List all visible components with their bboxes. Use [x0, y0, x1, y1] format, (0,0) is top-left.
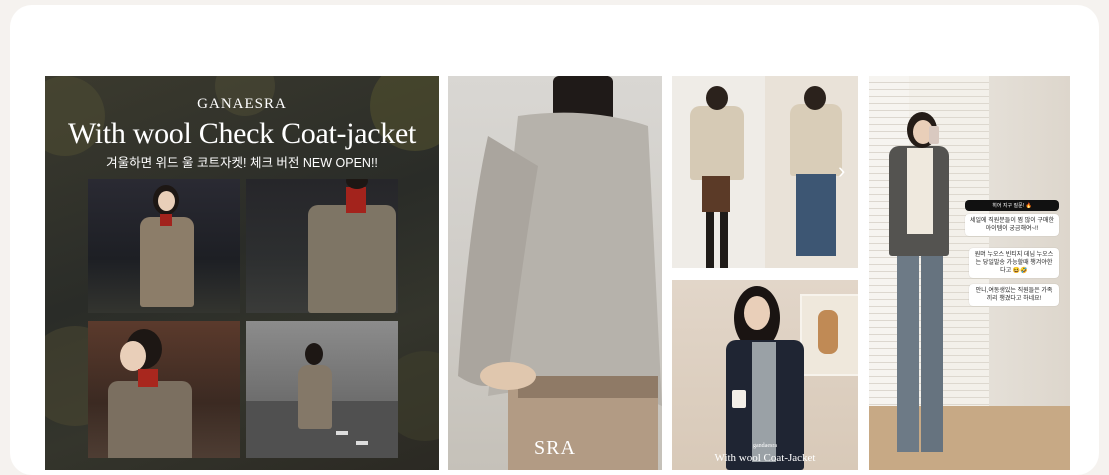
gallery-tile-knit[interactable]: SRA	[448, 76, 662, 470]
sra-logo-watermark: SRA	[534, 437, 576, 459]
knit-sweater-illustration	[458, 76, 662, 470]
story-question-header: 히어 지구 질문! 🔥	[965, 200, 1059, 211]
gallery-tile-story[interactable]: 히어 지구 질문! 🔥 세일에 직원분들이 찜 많이 구매한 아이템이 궁금해여…	[869, 76, 1070, 470]
chevron-right-icon[interactable]: ›	[838, 160, 845, 182]
poster-brand: GANAESRA	[197, 96, 287, 112]
poster-headline: With wool Check Coat-jacket	[67, 117, 417, 150]
poster-photo-night-street	[88, 179, 240, 313]
poster-photo-coat-closeup	[246, 179, 398, 313]
poster-photo-cafe	[88, 321, 240, 458]
poster-photo-crosswalk	[246, 321, 398, 458]
story-answer-2: 안니,여동생있는 직원들은 가족끼리 챙겼다고 하네요!	[969, 284, 1059, 306]
caption-brand-small: gandaesra	[753, 443, 777, 449]
gallery-tile-coat-portrait[interactable]: gandaesra With wool Coat-Jacket	[672, 280, 858, 470]
gallery-tile-promo[interactable]: GANAESRA With wool Check Coat-jacket 겨울하…	[45, 76, 439, 470]
caption-title: With wool Coat-Jacket	[714, 452, 816, 464]
story-question-text: 세일에 직원분들이 찜 많이 구매한 아이템이 궁금해여~!!	[965, 214, 1059, 236]
gallery-tile-mirror-selfies[interactable]: ›	[672, 76, 858, 268]
poster-subline: 겨울하면 위드 울 코트자켓! 체크 버전 NEW OPEN!!	[106, 156, 378, 170]
feed-card: GANAESRA With wool Check Coat-jacket 겨울하…	[10, 5, 1099, 475]
story-answer-1: 원머 누오스 빈티지 데님 누오스는 당일발송 가능할때 챙겨야한다고 😆🤣	[969, 248, 1059, 278]
